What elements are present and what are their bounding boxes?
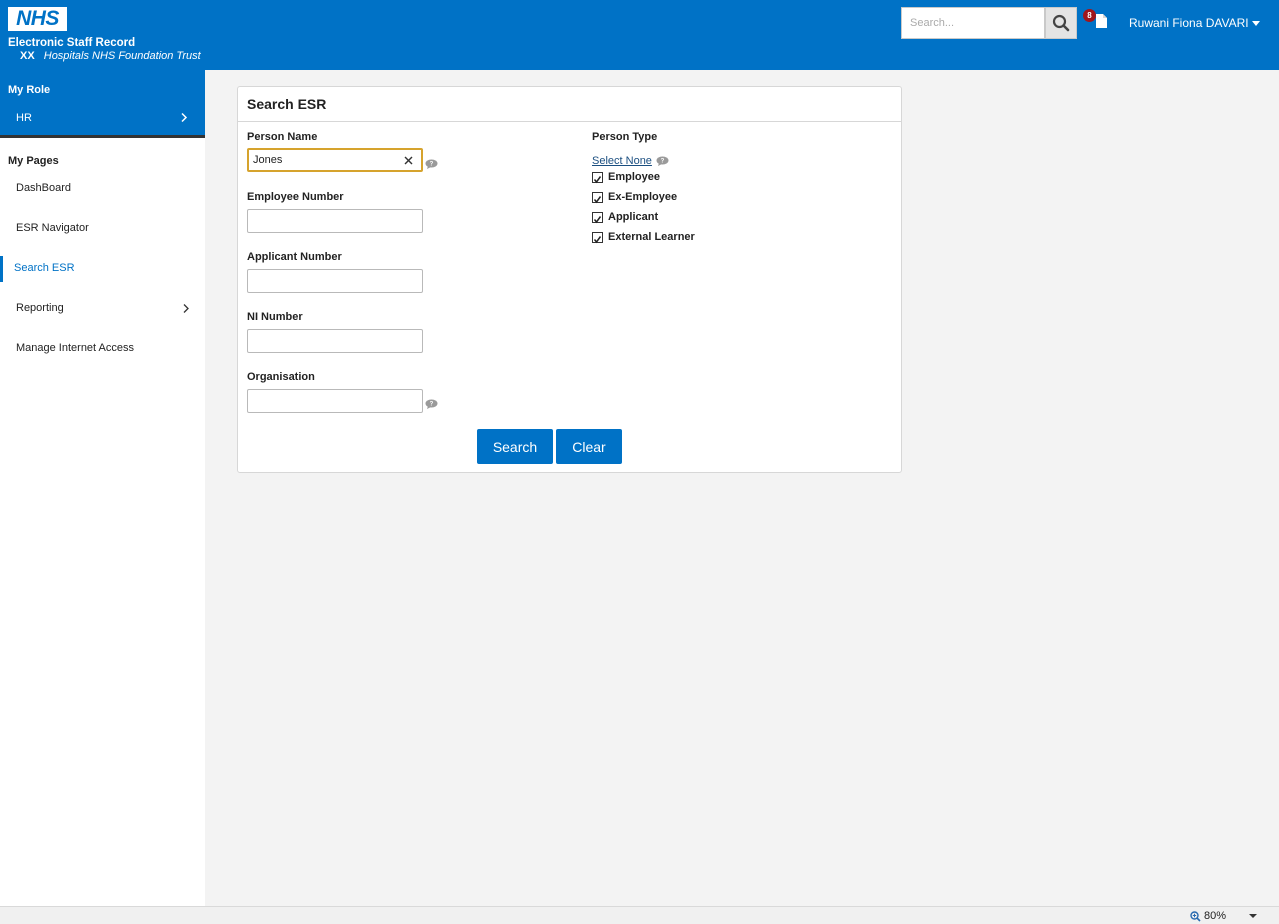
sidebar-item-label: Manage Internet Access (16, 342, 135, 354)
employee-number-input[interactable] (247, 209, 423, 233)
person-type-label: Person Type (592, 131, 658, 143)
chevron-right-icon (181, 112, 188, 123)
notification-count-badge: 8 (1083, 9, 1096, 22)
app-title: Electronic Staff Record (8, 37, 136, 49)
sidebar-item-search-esr[interactable]: Search ESR (0, 256, 205, 282)
ni-number-label: NI Number (247, 311, 303, 323)
sidebar: My Role HR My Pages DashBoard ESR Naviga… (0, 70, 205, 906)
close-icon (404, 156, 412, 164)
checkbox-label: Ex-Employee (608, 191, 678, 203)
zoom-dropdown-icon[interactable] (1249, 914, 1257, 918)
role-item-label: HR (16, 112, 32, 124)
checkmark-icon (593, 176, 602, 184)
checkbox[interactable] (592, 172, 603, 184)
my-pages-heading: My Pages (8, 155, 59, 167)
user-name: Ruwani Fiona DAVARI (1129, 16, 1249, 30)
role-item-hr[interactable]: HR (0, 106, 205, 130)
zoom-control[interactable]: 80% (1190, 910, 1226, 922)
caret-down-icon (1251, 21, 1260, 27)
svg-text:?: ? (430, 162, 434, 168)
top-header: NHS Electronic Staff Record XX Hospitals… (0, 0, 1279, 70)
applicant-number-label: Applicant Number (247, 251, 342, 263)
ni-number-input[interactable] (247, 329, 423, 353)
chevron-right-icon (183, 304, 189, 313)
organisation-line: XX Hospitals NHS Foundation Trust (8, 50, 201, 62)
my-role-section: My Role HR (0, 70, 205, 138)
person-name-input[interactable] (247, 148, 423, 172)
svg-text:?: ? (430, 402, 434, 408)
user-menu[interactable]: Ruwani Fiona DAVARI (1129, 16, 1260, 30)
checkbox[interactable] (592, 232, 603, 244)
search-icon (1052, 14, 1070, 32)
panel-divider (238, 121, 901, 122)
sidebar-item-esr-navigator[interactable]: ESR Navigator (0, 216, 205, 242)
global-search-button[interactable] (1045, 7, 1077, 39)
person-name-label: Person Name (247, 131, 318, 143)
global-search-input[interactable] (901, 7, 1045, 39)
sidebar-item-dashboard[interactable]: DashBoard (0, 176, 205, 202)
checkbox-label: Employee (608, 171, 660, 183)
org-name: Hospitals NHS Foundation Trust (43, 50, 201, 62)
svg-text:?: ? (661, 159, 665, 165)
checkmark-icon (593, 216, 602, 224)
clear-button[interactable]: Clear (556, 429, 622, 464)
checkmark-icon (593, 196, 602, 204)
checkbox-label: Applicant (608, 211, 659, 223)
panel-title: Search ESR (247, 96, 327, 112)
browser-status-bar: 80% (0, 906, 1279, 924)
clear-person-name-button[interactable] (401, 153, 415, 167)
help-icon[interactable]: ? (425, 159, 438, 169)
help-icon[interactable]: ? (425, 399, 438, 409)
search-button[interactable]: Search (477, 429, 553, 464)
sidebar-item-label: DashBoard (16, 182, 72, 194)
checkbox-label: External Learner (608, 231, 695, 243)
sidebar-item-reporting[interactable]: Reporting (0, 296, 205, 322)
document-icon (1096, 14, 1107, 28)
employee-number-label: Employee Number (247, 191, 344, 203)
organisation-input[interactable] (247, 389, 423, 413)
help-icon[interactable]: ? (656, 156, 669, 166)
applicant-number-input[interactable] (247, 269, 423, 293)
zoom-icon (1190, 910, 1201, 922)
checkbox[interactable] (592, 192, 603, 204)
sidebar-item-label: Reporting (16, 302, 64, 314)
select-none-link[interactable]: Select None (592, 155, 652, 167)
checkbox[interactable] (592, 212, 603, 224)
sidebar-item-label: ESR Navigator (16, 222, 89, 234)
notifications-button[interactable]: 8 (1083, 9, 1111, 33)
sidebar-item-manage-internet-access[interactable]: Manage Internet Access (0, 336, 205, 362)
nhs-logo: NHS (8, 7, 67, 31)
organisation-label: Organisation (247, 371, 315, 383)
checkmark-icon (593, 236, 602, 244)
org-code: XX (20, 50, 35, 62)
sidebar-item-label: Search ESR (14, 262, 75, 274)
zoom-level: 80% (1204, 910, 1227, 922)
search-esr-panel: Search ESR Person Name ? Employee Number… (237, 86, 902, 473)
my-role-heading: My Role (8, 84, 51, 96)
